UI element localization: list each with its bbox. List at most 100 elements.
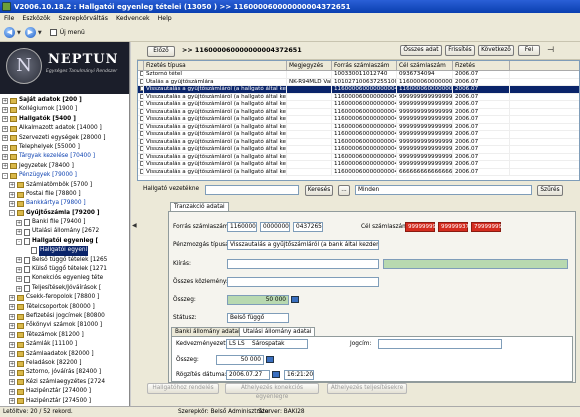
expand-toggle-icon[interactable]: + [9, 332, 15, 339]
expand-toggle-icon[interactable]: + [2, 97, 8, 104]
assign-student-button[interactable]: Hallgatóhoz rendelés [147, 383, 219, 394]
filter-button[interactable]: Szűrés [537, 185, 563, 196]
source-account-2[interactable]: 00000000 [260, 222, 290, 232]
tree-item[interactable]: + Számlák [11100 ] [0, 340, 129, 349]
tree-item[interactable]: + Telephelyek [55000 ] [0, 143, 129, 152]
expand-toggle-icon[interactable]: + [9, 360, 15, 367]
expand-toggle-icon[interactable]: + [16, 219, 22, 226]
transfer-type-field[interactable]: Visszautalás a gyűjtőszámláról (a bank á… [227, 240, 379, 250]
tree-item[interactable]: + Csekk-feropolok [78800 ] [0, 293, 129, 302]
tree-item[interactable]: + Alkalmazott adatok [14000 ] [0, 124, 129, 133]
table-row[interactable]: Visszautalás a gyűjtőszámláról (a hallga… [138, 168, 579, 176]
tree-item[interactable]: + Hallgatók [5400 ] [0, 115, 129, 124]
tree-item[interactable]: + Hazipénztár [274000 ] [0, 387, 129, 396]
table-row[interactable]: Visszautalás a gyűjtőszámláról (a hallga… [138, 146, 579, 154]
all-data-button[interactable]: Összes adat [400, 45, 442, 56]
table-row[interactable]: Visszautalás a gyűjtőszámláról (a hallga… [138, 108, 579, 116]
tree-item[interactable]: + Befizetési jogcímek [80800 [0, 312, 129, 321]
table-row[interactable]: Visszautalás a gyűjtőszámláról (a hallga… [138, 131, 579, 139]
tree-item[interactable]: + Tárgyak kezelése [70400 ] [0, 152, 129, 161]
expand-toggle-icon[interactable]: + [9, 304, 15, 311]
table-row[interactable]: Visszautalás a gyűjtőszámláról (a hallga… [138, 86, 579, 94]
up-button[interactable]: Fel [518, 45, 540, 56]
table-row[interactable]: Utalás a gyűjtőszámláraNK-R94MLD VaRADI1… [138, 78, 579, 86]
table-row[interactable]: Visszautalás a gyűjtőszámláról (a hallga… [138, 138, 579, 146]
tree-item[interactable]: - Pénzügyek [79000 ] [0, 171, 129, 180]
lookup-button[interactable]: ... [338, 185, 350, 196]
column-header[interactable]: Cél számlaszám [397, 61, 453, 70]
column-header[interactable]: Fizetés típusa [144, 61, 287, 70]
tree-item[interactable]: + Számlaadatok [82000 ] [0, 350, 129, 359]
panel-splitter[interactable]: ◀ [130, 42, 137, 406]
expand-toggle-icon[interactable]: + [9, 341, 15, 348]
expand-toggle-icon[interactable]: + [9, 182, 15, 189]
menu-file[interactable]: File [0, 15, 18, 22]
expand-toggle-icon[interactable]: + [9, 191, 15, 198]
target-account-3[interactable]: 79999999 [471, 222, 502, 232]
expand-toggle-icon[interactable]: + [9, 323, 15, 330]
expand-toggle-icon[interactable]: + [9, 351, 15, 358]
chevron-down-icon[interactable]: ▼ [38, 30, 42, 36]
menu-tools[interactable]: Eszközök [18, 15, 54, 22]
column-header[interactable]: Megjegyzés [287, 61, 332, 70]
expand-toggle-icon[interactable]: + [16, 257, 22, 264]
tree-item[interactable]: + Tétezámok [81200 ] [0, 331, 129, 340]
calendar-icon[interactable] [272, 371, 280, 378]
expand-toggle-icon[interactable]: + [2, 125, 8, 132]
back-button[interactable]: Előző [147, 46, 175, 57]
column-header[interactable]: Forrás számlaszám [332, 61, 397, 70]
filter-select[interactable]: Minden [355, 185, 532, 195]
expand-toggle-icon[interactable]: + [9, 294, 15, 301]
tree-item[interactable]: + Számlatömbök [5700 ] [0, 181, 129, 190]
forward-arrow-icon[interactable]: ▶ [24, 27, 36, 38]
move-correction-button[interactable]: Áthelyezés konekciós egyenlegre [225, 383, 319, 400]
new-menu-checkbox[interactable] [49, 29, 57, 36]
expand-toggle-icon[interactable]: + [9, 388, 15, 395]
tree-item[interactable]: + Külső tüggő tételek [1271 [0, 265, 129, 274]
expand-toggle-icon[interactable]: + [2, 135, 8, 142]
record-date-field[interactable]: 2006.07.27 [226, 370, 270, 380]
table-row[interactable]: Visszautalás a gyűjtőszámláról (a hallga… [138, 93, 579, 101]
expand-toggle-icon[interactable]: + [16, 266, 22, 273]
tree-item[interactable]: + Kollégiumok [1900 ] [0, 105, 129, 114]
source-account-1[interactable]: 11600006 [227, 222, 257, 232]
collapse-toggle-icon[interactable]: - [16, 238, 22, 245]
chevron-down-icon[interactable]: ▼ [17, 30, 21, 36]
tree-item[interactable]: + Postai file [78800 ] [0, 190, 129, 199]
sub-amount-field[interactable]: 50 000 [216, 355, 264, 365]
posting-extra-field[interactable] [383, 259, 568, 269]
collapse-arrow-icon[interactable]: ◀ [132, 222, 137, 229]
tree-item[interactable]: + Szervezeti egységek [28000 ] [0, 134, 129, 143]
status-field[interactable]: Belső függő [227, 313, 289, 323]
notice-field[interactable] [227, 277, 379, 287]
record-time-field[interactable]: 16:21:20 [284, 370, 314, 380]
expand-toggle-icon[interactable]: + [16, 229, 22, 236]
expand-toggle-icon[interactable]: + [9, 379, 15, 386]
tree-item[interactable]: + Banki file [79400 ] [0, 218, 129, 227]
target-account-2[interactable]: 99999937 [438, 222, 469, 232]
calculator-icon[interactable] [266, 356, 274, 363]
expand-toggle-icon[interactable]: + [9, 370, 15, 377]
tree-item[interactable]: + Bankkártya [79800 ] [0, 199, 129, 208]
search-button[interactable]: Keresés [305, 185, 333, 196]
expand-toggle-icon[interactable]: + [9, 313, 15, 320]
menu-roles[interactable]: Szerepkörváltás [55, 15, 112, 22]
search-input[interactable] [205, 185, 299, 195]
table-row[interactable]: Sztornó tétel 100330011012740 0936734094 20… [138, 71, 579, 79]
column-header[interactable]: Fizetés [453, 61, 510, 70]
expand-toggle-icon[interactable]: + [9, 398, 15, 405]
back-arrow-icon[interactable]: ◀ [4, 27, 15, 38]
refresh-button[interactable]: Frissítés [445, 45, 475, 56]
tree-item[interactable]: + Kézi számlaegyzétes [2724 [0, 378, 129, 387]
tree-item[interactable]: + Jegyzetek [78400 ] [0, 162, 129, 171]
pin-icon[interactable]: ⊣ [547, 45, 554, 54]
tree-item[interactable]: + Sztorno, jóváírás [82400 ] [0, 368, 129, 377]
next-button[interactable]: Következő [478, 45, 514, 56]
tree-item[interactable]: + Saját adatok [200 ] [0, 96, 129, 105]
expand-toggle-icon[interactable]: + [2, 163, 8, 170]
table-row[interactable]: Visszautalás a gyűjtőszámláról (a hallga… [138, 123, 579, 131]
tree-item[interactable]: - Gyűjtőszámla [79200 ] [0, 209, 129, 218]
move-payments-button[interactable]: Áthelyezés teljesítésekre [327, 383, 407, 394]
source-account-3[interactable]: 04372651 [293, 222, 323, 232]
expand-toggle-icon[interactable]: + [16, 285, 22, 292]
